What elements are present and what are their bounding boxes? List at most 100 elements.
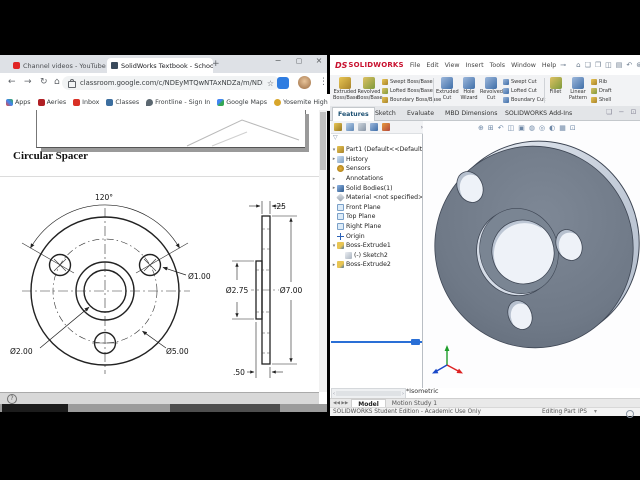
rib-stack: Rib Draft Shell — [591, 77, 612, 104]
scroll-right-arrow[interactable]: › — [402, 391, 404, 397]
tab-youtube-studio[interactable]: Channel videos - YouTube Studio × — [9, 58, 112, 73]
scroll-left-arrow[interactable]: ‹ — [333, 391, 335, 397]
open-icon[interactable]: ❐ — [595, 61, 601, 69]
tab-solidworks-textbook[interactable]: SolidWorks Textbook - School U... × — [107, 58, 213, 73]
options-icon[interactable]: ⊛ — [636, 61, 640, 69]
swept-cut-button[interactable]: Swept Cut — [503, 77, 545, 86]
scrollbar-thumb[interactable] — [2, 404, 68, 412]
tab-sketch[interactable]: Sketch — [370, 107, 401, 120]
tree-item-sensors[interactable]: Sensors — [331, 164, 422, 174]
shell-icon — [591, 96, 597, 103]
tree-item-top-plane[interactable]: Top Plane — [331, 212, 422, 222]
linear-pattern-button[interactable]: Linear Pattern — [566, 76, 590, 105]
status-units-dropdown-icon[interactable]: ▾ — [594, 409, 597, 415]
undo-icon[interactable]: ↶ — [626, 61, 632, 69]
menu-window[interactable]: Window — [511, 62, 536, 69]
revolved-cut-button[interactable]: Revolved Cut — [480, 76, 503, 105]
tab-evaluate[interactable]: Evaluate — [402, 107, 439, 120]
rollback-handle[interactable] — [411, 339, 420, 345]
menu-file[interactable]: File — [410, 62, 421, 69]
bookmark-inbox[interactable]: Inbox — [73, 98, 99, 106]
revolved-boss-button[interactable]: Revolved Boss/Base — [357, 76, 383, 105]
draft-button[interactable]: Draft — [591, 86, 612, 95]
graphics-area[interactable]: ⊕ ⊞ ↶ ◫ ▣ ◍ ◎ ◐ ▦ ⊡ — [423, 121, 640, 388]
rib-button[interactable]: Rib — [591, 77, 612, 86]
bookmark-star-icon[interactable]: ☆ — [267, 79, 274, 88]
boundary-boss-icon — [382, 96, 388, 103]
dimxpert-tab-icon[interactable] — [370, 123, 378, 131]
page-horizontal-scrollbar[interactable] — [0, 404, 327, 412]
propertymanager-tab-icon[interactable] — [346, 123, 354, 131]
home-button[interactable]: ⌂ — [54, 77, 60, 87]
extruded-cut-button[interactable]: Extruded Cut — [436, 76, 459, 105]
save-icon[interactable]: ◫ — [605, 61, 612, 69]
browser-maximize-button[interactable]: ▢ — [291, 57, 307, 65]
home-icon[interactable]: ⌂ — [576, 61, 580, 69]
extension-icon[interactable] — [277, 77, 289, 89]
menu-insert[interactable]: Insert — [466, 62, 484, 69]
pin-icon[interactable]: ⊸ — [560, 61, 566, 69]
tree-item-origin[interactable]: Origin — [331, 231, 422, 241]
browser-close-button[interactable]: × — [311, 56, 327, 65]
bookmark-google-maps[interactable]: Google Maps — [217, 98, 267, 106]
status-tag-icon[interactable] — [626, 409, 634, 418]
tree-item-material[interactable]: Material <not specified> — [331, 193, 422, 203]
tab-solidworks-addins[interactable]: SOLIDWORKS Add-Ins — [500, 107, 577, 120]
fillet-button[interactable]: Fillet — [546, 76, 565, 105]
bookmark-classes[interactable]: Classes — [106, 98, 139, 106]
tree-item-boss-extrude2[interactable]: ▸ Boss-Extrude2 — [331, 260, 422, 270]
tree-filter-icon[interactable]: ▽ — [333, 134, 338, 141]
plane-icon — [337, 213, 344, 221]
flange-3d-model[interactable] — [423, 129, 640, 369]
tab-mbd-dimensions[interactable]: MBD Dimensions — [440, 107, 502, 120]
help-button[interactable]: ? — [7, 394, 17, 404]
tree-item-front-plane[interactable]: Front Plane — [331, 203, 422, 213]
forward-button[interactable]: → — [24, 77, 32, 87]
lofted-cut-button[interactable]: Lofted Cut — [503, 86, 545, 95]
bookmark-aeries[interactable]: Aeries — [37, 98, 66, 106]
scrollbar-thumb[interactable] — [320, 112, 326, 170]
new-tab-button[interactable]: + — [212, 59, 220, 69]
omnibox[interactable]: classroom.google.com/c/NDEyMTQwNTAxNDZa/… — [62, 76, 280, 90]
tab-features[interactable]: Features — [332, 107, 375, 121]
displaymanager-tab-icon[interactable] — [382, 123, 390, 131]
browser-minimize-button[interactable]: − — [270, 56, 286, 65]
back-button[interactable]: ← — [8, 77, 16, 87]
profile-avatar[interactable] — [298, 76, 311, 89]
extruded-boss-button[interactable]: Extruded Boss/Base — [333, 76, 359, 105]
bookmark-apps[interactable]: Apps — [6, 98, 31, 106]
dim-d5: Ø5.00 — [166, 347, 189, 356]
shell-button[interactable]: Shell — [591, 95, 612, 104]
tree-item-sketch2[interactable]: (-) Sketch2 — [331, 251, 422, 261]
dim-d7: Ø7.00 — [280, 286, 303, 295]
tree-item-solid-bodies[interactable]: ▸ Solid Bodies(1) — [331, 183, 422, 193]
browser-menu-icon[interactable]: ⋮ — [319, 77, 328, 87]
document-image-bottom — [36, 110, 306, 148]
configurationmanager-tab-icon[interactable] — [358, 123, 366, 131]
hole-wizard-button[interactable]: Hole Wizard — [458, 76, 480, 105]
dim-d275: Ø2.75 — [226, 286, 249, 295]
tree-item-right-plane[interactable]: Right Plane — [331, 222, 422, 232]
reload-button[interactable]: ↻ — [40, 77, 48, 87]
menu-help[interactable]: Help — [542, 62, 556, 69]
tree-item-part[interactable]: ▾Part1 (Default<<Default>_Displ — [331, 145, 422, 155]
new-document-icon[interactable]: ❏ — [585, 61, 591, 69]
menu-edit[interactable]: Edit — [426, 62, 438, 69]
menu-tools[interactable]: Tools — [490, 62, 506, 69]
tree-item-history[interactable]: ▸ History — [331, 155, 422, 165]
tree-item-annotations[interactable]: ▸ Annotations — [331, 174, 422, 184]
scrollbar-thumb[interactable] — [170, 404, 280, 412]
scrollbar-track[interactable] — [336, 391, 401, 396]
tree-item-boss-extrude1[interactable]: ▾ Boss-Extrude1 — [331, 241, 422, 251]
page-vertical-scrollbar[interactable] — [319, 110, 327, 392]
document-window-controls[interactable]: ❏ − ⊡ — [606, 108, 638, 116]
menu-view[interactable]: View — [445, 62, 460, 69]
boundary-cut-button[interactable]: Boundary Cut — [503, 95, 545, 104]
rollback-bar[interactable] — [331, 339, 422, 345]
status-units[interactable]: IPS — [578, 409, 587, 415]
bookmark-frontline[interactable]: Frontline - Sign In — [146, 98, 210, 106]
classroom-page: Circular Spacer 120° Ø1.00 Ø2.00 Ø5.00 .… — [0, 110, 319, 392]
featuremanager-tab-icon[interactable] — [334, 123, 342, 131]
print-icon[interactable]: ▤ — [616, 61, 623, 69]
status-editing-mode: Editing Part — [542, 409, 576, 415]
